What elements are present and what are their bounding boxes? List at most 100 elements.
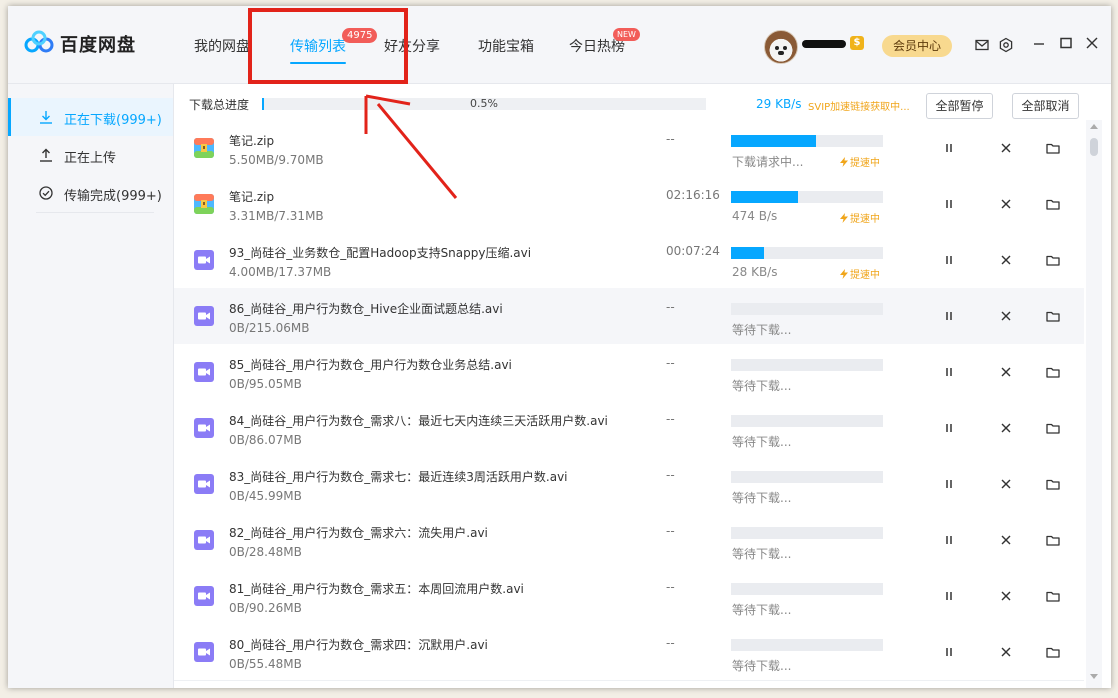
tab-my-netdisk[interactable]: 我的网盘 [194,36,250,56]
scroll-down-arrow-icon[interactable] [1090,674,1098,679]
cancel-icon[interactable] [998,308,1014,324]
remaining-time: -- [666,132,675,146]
avatar-eye [775,46,779,50]
pause-icon[interactable] [941,420,957,436]
speed-boost-label[interactable]: 提速中 [840,210,880,225]
total-speed: 29 KB/s [756,97,802,111]
transfer-row[interactable]: 80_尚硅谷_用户行为数仓_需求四：沉默用户.avi 0B/55.48MB --… [174,624,1084,681]
cancel-icon[interactable] [998,532,1014,548]
vip-icon[interactable]: $ [850,36,864,50]
annotation-highlight-box [248,8,408,84]
download-status: 等待下载... [732,323,792,337]
scroll-up-arrow-icon[interactable] [1090,124,1098,129]
file-name: 85_尚硅谷_用户行为数仓_用户行为数仓业务总结.avi [229,358,512,372]
remaining-time: -- [666,636,675,650]
username-redacted[interactable] [802,40,846,48]
download-status: 等待下载... [732,435,792,449]
pause-icon[interactable] [941,588,957,604]
list-scrollbar[interactable] [1086,120,1102,688]
file-progress-bar [731,191,883,203]
file-size: 0B/95.05MB [229,377,302,391]
pause-icon[interactable] [941,252,957,268]
open-folder-icon[interactable] [1045,644,1061,660]
cancel-icon[interactable] [998,252,1014,268]
cancel-icon[interactable] [998,420,1014,436]
file-progress-bar [731,583,883,595]
baidu-netdisk-window: 百度网盘 我的网盘 传输列表 4975 好友分享 功能宝箱 今日热榜 NEW $… [8,6,1111,688]
cancel-icon[interactable] [998,644,1014,660]
open-folder-icon[interactable] [1045,476,1061,492]
open-folder-icon[interactable] [1045,588,1061,604]
file-progress-fill [731,191,798,203]
avatar-eye [783,46,787,50]
scroll-thumb[interactable] [1090,138,1098,156]
sidebar-item-downloading[interactable]: 正在下载(999+) [8,98,173,136]
download-status: 等待下载... [732,547,792,561]
transfer-row[interactable]: 82_尚硅谷_用户行为数仓_需求六：流失用户.avi 0B/28.48MB --… [174,512,1084,569]
transfer-sidebar: 正在下载(999+) 正在上传 传输完成(999+) [8,84,174,688]
file-progress-bar [731,247,883,259]
pause-icon[interactable] [941,196,957,212]
cancel-icon[interactable] [998,588,1014,604]
open-folder-icon[interactable] [1045,196,1061,212]
open-folder-icon[interactable] [1045,252,1061,268]
transfer-row[interactable]: 86_尚硅谷_用户行为数仓_Hive企业面试题总结.avi 0B/215.06M… [174,288,1084,345]
cancel-icon[interactable] [998,476,1014,492]
tab-toolbox[interactable]: 功能宝箱 [478,36,534,56]
member-center-button[interactable]: 会员中心 [882,35,952,57]
pause-icon[interactable] [941,532,957,548]
video-file-icon [193,529,215,551]
file-size: 0B/215.06MB [229,321,310,335]
transfer-row[interactable]: 笔记.zip 5.50MB/9.70MB -- 下载请求中... 提速中 [174,120,1084,177]
sidebar-item-uploading[interactable]: 正在上传 [8,136,173,174]
upload-icon [38,147,54,163]
close-window-icon[interactable] [1084,35,1100,51]
pause-icon[interactable] [941,364,957,380]
download-status: 下载请求中... [732,155,804,169]
remaining-time: 00:07:24 [666,244,720,258]
open-folder-icon[interactable] [1045,308,1061,324]
open-folder-icon[interactable] [1045,364,1061,380]
transfer-row[interactable]: 93_尚硅谷_业务数仓_配置Hadoop支持Snappy压缩.avi 4.00M… [174,232,1084,289]
file-progress-fill [731,247,765,259]
open-folder-icon[interactable] [1045,532,1061,548]
open-folder-icon[interactable] [1045,140,1061,156]
download-status: 等待下载... [732,491,792,505]
cancel-icon[interactable] [998,364,1014,380]
open-folder-icon[interactable] [1045,420,1061,436]
maximize-icon[interactable] [1058,35,1074,51]
settings-gear-icon[interactable] [998,37,1014,53]
pause-all-button[interactable]: 全部暂停 [926,93,993,119]
pause-icon[interactable] [941,644,957,660]
file-name: 80_尚硅谷_用户行为数仓_需求四：沉默用户.avi [229,638,488,652]
file-size: 3.31MB/7.31MB [229,209,324,223]
cancel-all-button[interactable]: 全部取消 [1012,93,1079,119]
avatar[interactable] [764,30,798,64]
mail-icon[interactable] [974,37,990,53]
pause-icon[interactable] [941,476,957,492]
check-circle-icon [38,185,54,201]
remaining-time: -- [666,468,675,482]
speed-boost-label[interactable]: 提速中 [840,154,880,169]
remaining-time: -- [666,580,675,594]
minimize-icon[interactable] [1031,35,1047,51]
transfer-row[interactable]: 笔记.zip 3.31MB/7.31MB 02:16:16 474 B/s 提速… [174,176,1084,233]
download-status: 等待下载... [732,379,792,393]
download-summary-bar: 下载总进度 0.5% 29 KB/s SVIP加速链接获取中... 全部暂停 全… [174,84,1111,120]
cancel-icon[interactable] [998,196,1014,212]
transfer-row[interactable]: 81_尚硅谷_用户行为数仓_需求五：本周回流用户数.avi 0B/90.26MB… [174,568,1084,625]
svip-acceleration-tip[interactable]: SVIP加速链接获取中... [808,98,910,113]
sidebar-item-completed[interactable]: 传输完成(999+) [8,174,173,212]
speed-boost-label[interactable]: 提速中 [840,266,880,281]
sidebar-divider [36,212,154,213]
transfer-row[interactable]: 84_尚硅谷_用户行为数仓_需求八：最近七天内连续三天活跃用户数.avi 0B/… [174,400,1084,457]
pause-icon[interactable] [941,140,957,156]
file-name: 笔记.zip [229,134,275,148]
cloud-logo-icon [24,30,54,58]
cancel-icon[interactable] [998,140,1014,156]
transfer-row[interactable]: 83_尚硅谷_用户行为数仓_需求七：最近连续3周活跃用户数.avi 0B/45.… [174,456,1084,513]
pause-icon[interactable] [941,308,957,324]
remaining-time: -- [666,412,675,426]
transfer-row[interactable]: 85_尚硅谷_用户行为数仓_用户行为数仓业务总结.avi 0B/95.05MB … [174,344,1084,401]
zip-file-icon [193,193,215,215]
